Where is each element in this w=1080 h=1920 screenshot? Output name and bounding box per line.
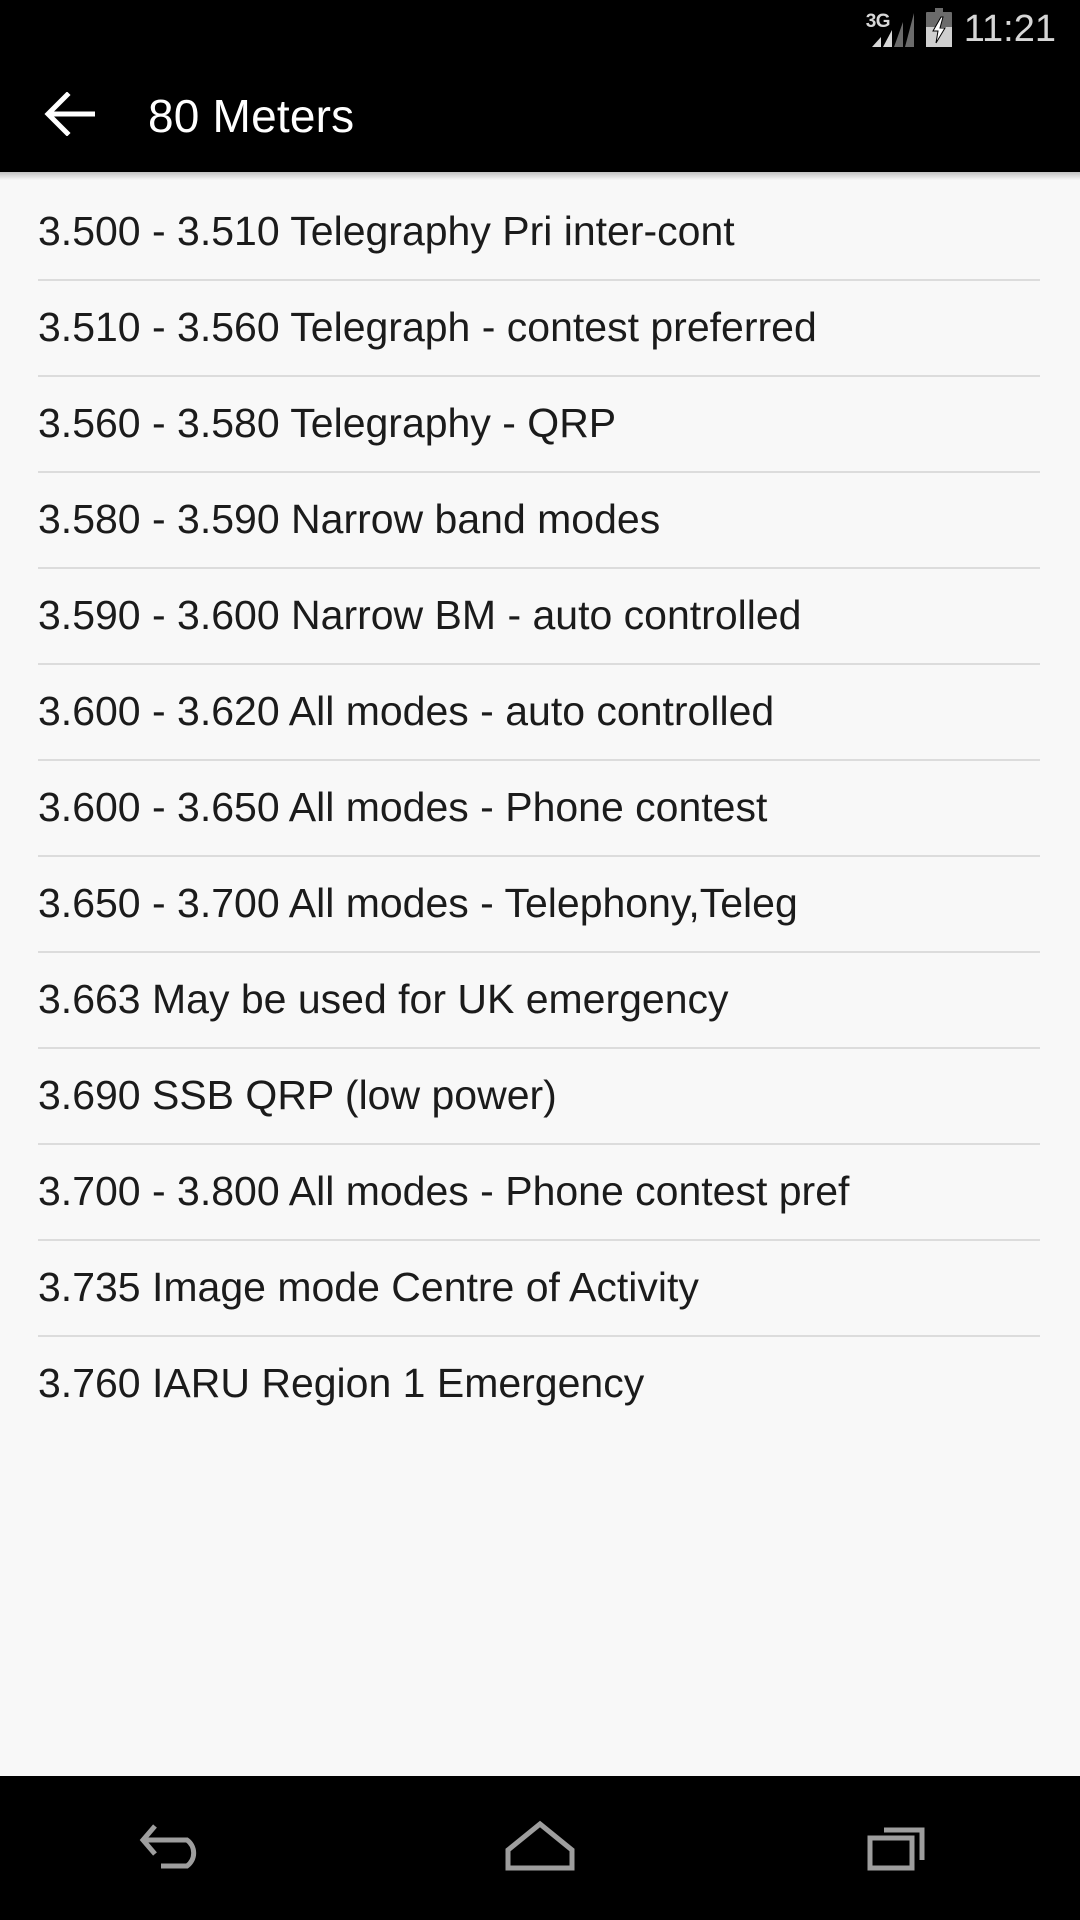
list-item-label: 3.510 - 3.560 Telegraph - contest prefer… [38,303,817,350]
app-bar: 80 Meters [0,60,1080,172]
nav-home-button[interactable] [440,1776,640,1920]
list-item[interactable]: 3.600 - 3.620 All modes - auto controlle… [0,663,1080,759]
list-item[interactable]: 3.760 IARU Region 1 Emergency [0,1335,1080,1431]
list-item[interactable]: 3.580 - 3.590 Narrow band modes [0,471,1080,567]
status-bar-right-cluster: 3G 11:21 [866,7,1056,53]
list-item-label: 3.600 - 3.650 All modes - Phone contest [38,783,768,830]
battery-charging-icon [924,7,954,53]
list-item-label: 3.580 - 3.590 Narrow band modes [38,495,661,542]
list-item[interactable]: 3.600 - 3.650 All modes - Phone contest [0,759,1080,855]
list-item[interactable]: 3.590 - 3.600 Narrow BM - auto controlle… [0,567,1080,663]
list-item-label: 3.735 Image mode Centre of Activity [38,1263,699,1310]
list-item[interactable]: 3.650 - 3.700 All modes - Telephony,Tele… [0,855,1080,951]
list-item[interactable]: 3.690 SSB QRP (low power) [0,1047,1080,1143]
list-item[interactable]: 3.500 - 3.510 Telegraphy Pri inter-cont [0,183,1080,279]
signal-bars-icon [870,11,914,49]
nav-home-icon [500,1816,580,1881]
status-bar-clock: 11:21 [963,8,1056,50]
nav-back-button[interactable] [80,1776,280,1920]
list-item-label: 3.663 May be used for UK emergency [38,975,729,1022]
list-item[interactable]: 3.663 May be used for UK emergency [0,951,1080,1047]
nav-back-icon [135,1816,225,1881]
list-item-label: 3.590 - 3.600 Narrow BM - auto controlle… [38,591,802,638]
back-button[interactable] [40,85,102,147]
arrow-left-icon [43,90,99,141]
list-item[interactable]: 3.735 Image mode Centre of Activity [0,1239,1080,1335]
list-item-label: 3.760 IARU Region 1 Emergency [38,1359,645,1406]
band-plan-list[interactable]: 3.500 - 3.510 Telegraphy Pri inter-cont … [0,172,1080,1776]
page-title: 80 Meters [148,90,355,142]
list-item-label: 3.600 - 3.620 All modes - auto controlle… [38,687,775,734]
list-item-label: 3.650 - 3.700 All modes - Telephony,Tele… [38,879,798,926]
signal-strength-group: 3G [866,11,914,49]
nav-recents-icon [862,1816,938,1881]
system-navigation-bar [0,1776,1080,1920]
nav-recents-button[interactable] [800,1776,1000,1920]
list-item-label: 3.560 - 3.580 Telegraphy - QRP [38,399,617,446]
phone-screen: 3G 11:21 80 Meters 3.500 - 3.510 Telegra… [0,0,1080,1920]
list-item[interactable]: 3.560 - 3.580 Telegraphy - QRP [0,375,1080,471]
list-item-label: 3.500 - 3.510 Telegraphy Pri inter-cont [38,207,735,254]
list-item[interactable]: 3.700 - 3.800 All modes - Phone contest … [0,1143,1080,1239]
status-bar: 3G 11:21 [0,0,1080,60]
list-item[interactable]: 3.510 - 3.560 Telegraph - contest prefer… [0,279,1080,375]
list-item-label: 3.700 - 3.800 All modes - Phone contest … [38,1167,850,1214]
list-item-label: 3.690 SSB QRP (low power) [38,1071,557,1118]
